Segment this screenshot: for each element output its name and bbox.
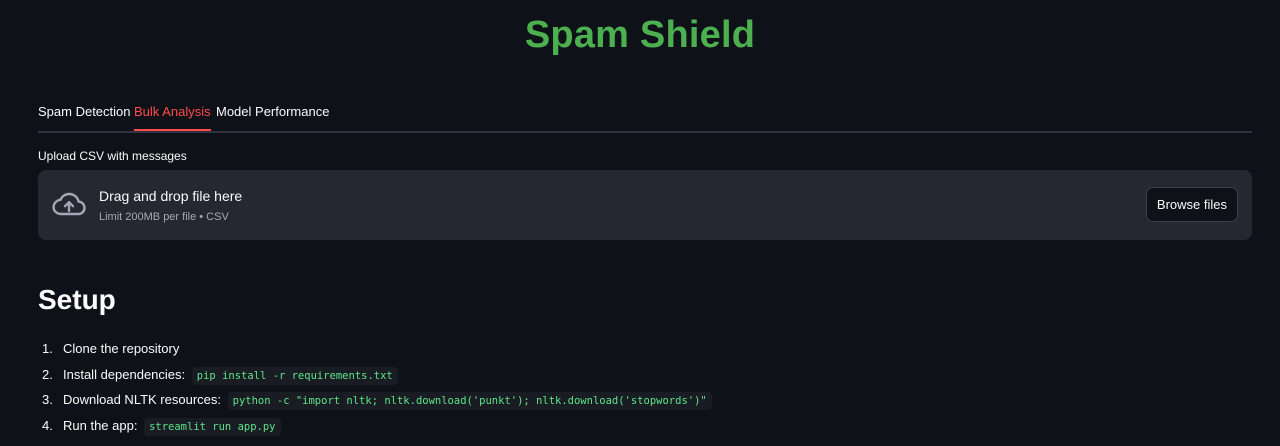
setup-heading: Setup — [38, 284, 116, 315]
file-dropzone[interactable]: Drag and drop file here Limit 200MB per … — [38, 170, 1252, 240]
setup-steps-list: 1. Clone the repository 2. Install depende… — [38, 338, 712, 440]
step-number: 2. — [42, 366, 53, 382]
step-number: 3. — [42, 392, 53, 407]
step-number: 1. — [42, 341, 53, 356]
cloud-upload-icon — [52, 192, 86, 216]
list-item: 2. Install dependencies: pip install -r r… — [38, 364, 712, 390]
app-page: Spam Shield Spam Detection Bulk Analysis… — [0, 0, 1280, 446]
code-snippet: pip install -r requirements.txt — [191, 366, 398, 385]
step-text: Run the app: — [63, 417, 138, 433]
list-item: 1. Clone the repository — [38, 338, 712, 364]
browse-files-button[interactable]: Browse files — [1145, 187, 1238, 222]
file-uploader-label: Upload CSV with messages — [38, 149, 187, 163]
list-item: 4. Run the app: streamlit run app.py — [38, 415, 712, 441]
step-number: 4. — [42, 417, 53, 433]
tab-bulk-analysis[interactable]: Bulk Analysis — [134, 96, 211, 131]
page-title: Spam Shield — [524, 14, 756, 56]
tab-bar: Spam Detection Bulk Analysis Model Perfo… — [38, 96, 1252, 133]
dropzone-instruction: Drag and drop file here — [99, 188, 243, 204]
code-snippet: python -c "import nltk; nltk.download('p… — [227, 392, 712, 410]
step-text: Clone the repository — [63, 341, 180, 356]
tab-model-performance[interactable]: Model Performance — [216, 96, 329, 129]
tab-spam-detection[interactable]: Spam Detection — [38, 96, 131, 129]
step-text: Install dependencies: — [63, 366, 186, 382]
dropzone-limit-text: Limit 200MB per file • CSV — [99, 211, 229, 223]
code-snippet: streamlit run app.py — [144, 417, 281, 436]
list-item: 3. Download NLTK resources: python -c "im… — [38, 389, 712, 415]
step-text: Download NLTK resources: — [63, 392, 221, 407]
